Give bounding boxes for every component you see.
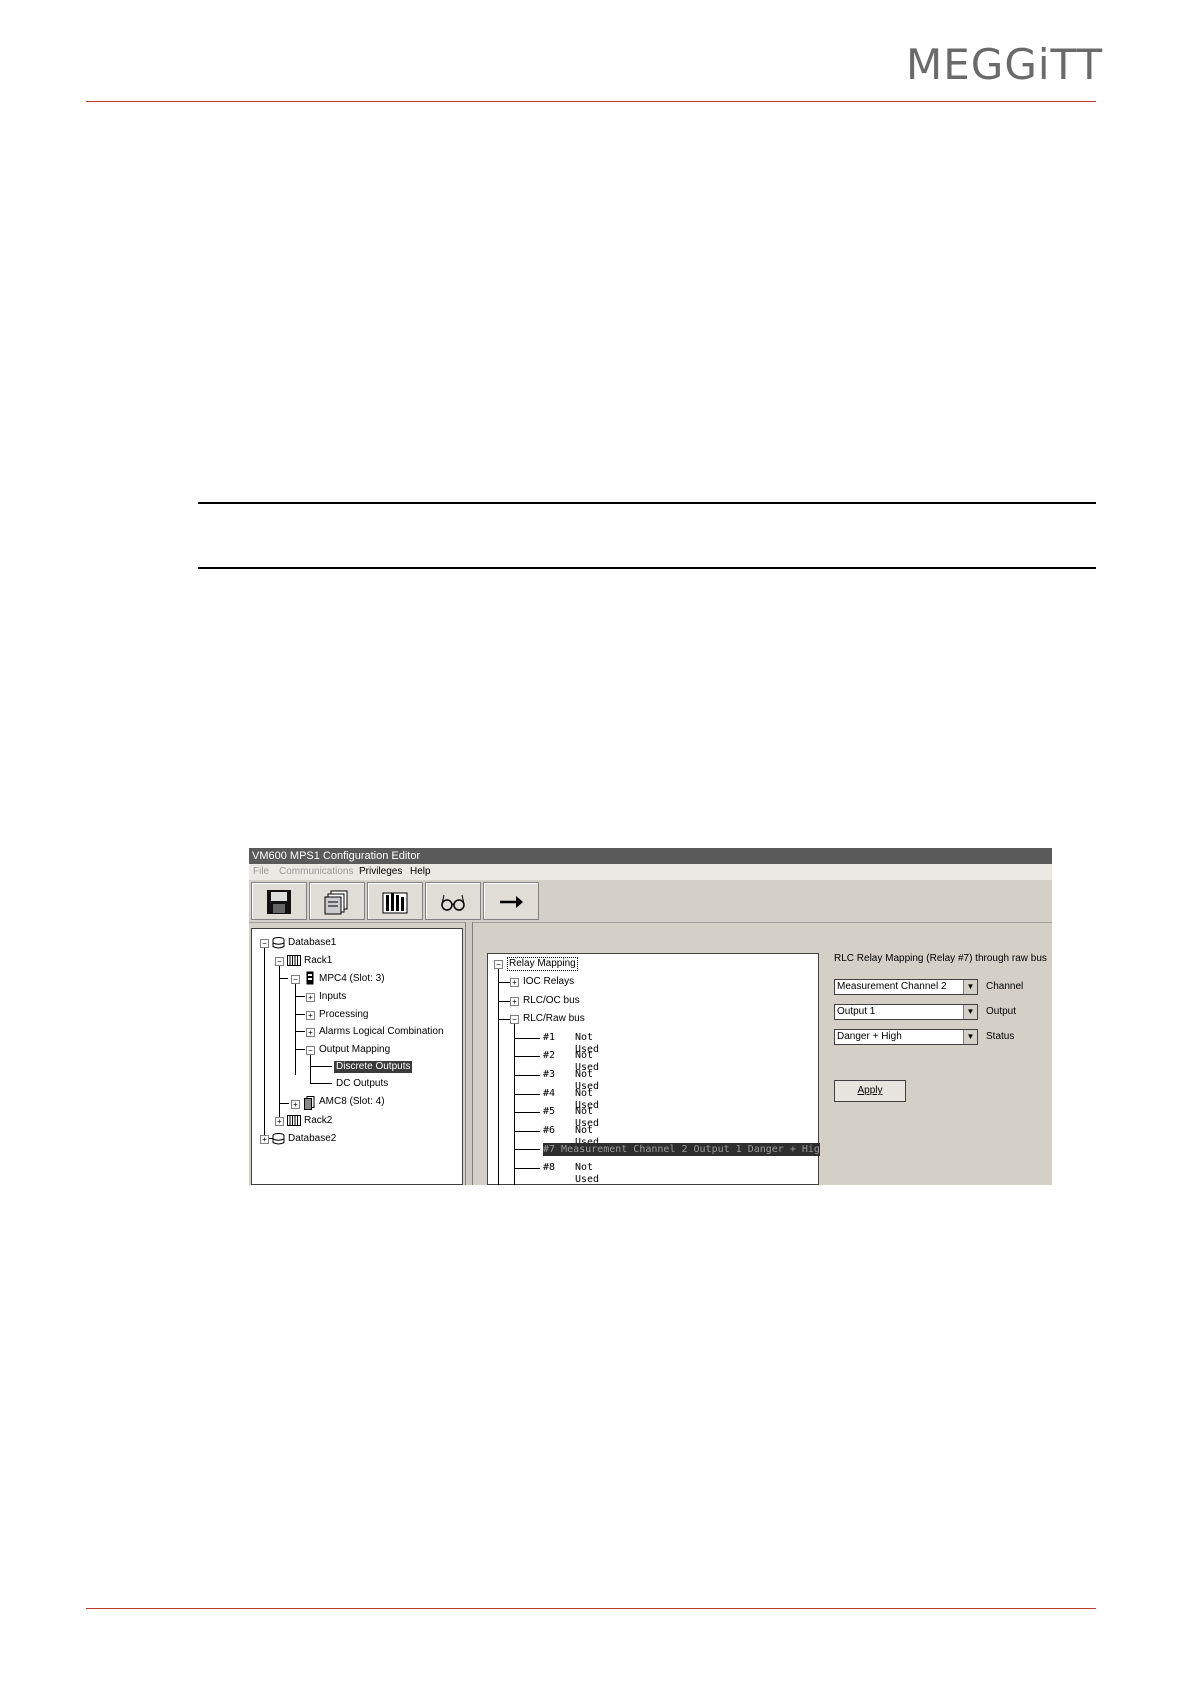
amc8-expand-toggle[interactable]: + <box>291 1100 300 1109</box>
channel-label: Channel <box>986 981 1024 992</box>
tree-rlc-oc-bus[interactable]: RLC/OC bus <box>523 995 580 1007</box>
chevron-down-icon[interactable]: ▼ <box>963 1030 977 1044</box>
menu-file[interactable]: File <box>253 864 269 880</box>
channel-value: Measurement Channel 2 <box>837 981 947 992</box>
rack-icon <box>382 892 408 914</box>
menu-communications[interactable]: Communications <box>279 864 353 880</box>
rack-button[interactable] <box>367 882 423 920</box>
database-icon <box>272 937 285 949</box>
header-rule <box>86 101 1096 102</box>
chevron-down-icon[interactable]: ▼ <box>963 980 977 994</box>
meggitt-logo: MEGGiTT <box>906 40 1104 89</box>
channel-select[interactable]: Measurement Channel 2 ▼ <box>834 979 978 995</box>
tree-output-mapping[interactable]: Output Mapping <box>319 1044 390 1056</box>
mpc4-collapse-toggle[interactable]: − <box>291 975 300 984</box>
tree-rack2[interactable]: Rack2 <box>304 1115 332 1127</box>
status-label: Status <box>986 1031 1015 1042</box>
menu-help[interactable]: Help <box>410 864 431 880</box>
output-select[interactable]: Output 1 ▼ <box>834 1004 978 1020</box>
alarms-expand-toggle[interactable]: + <box>306 1028 315 1037</box>
relay-mapping-tree: − Relay Mapping + IOC Relays + RLC/OC bu… <box>487 953 820 1185</box>
rack-icon <box>287 1115 301 1126</box>
tree-rack1[interactable]: Rack1 <box>304 955 332 967</box>
card-icon <box>306 971 314 985</box>
save-button[interactable] <box>251 882 307 920</box>
output-label: Output <box>986 1006 1017 1017</box>
window-title: VM600 MPS1 Configuration Editor <box>249 848 1052 864</box>
tree-alarms-logical-combination[interactable]: Alarms Logical Combination <box>319 1026 444 1038</box>
processing-expand-toggle[interactable]: + <box>306 1011 315 1020</box>
apply-button[interactable]: Apply <box>834 1080 906 1102</box>
relay-row-selected[interactable]: #7 Measurement Channel 2 Output 1 Danger… <box>543 1143 820 1156</box>
database1-collapse-toggle[interactable]: − <box>260 939 269 948</box>
tree-mpc4[interactable]: MPC4 (Slot: 3) <box>319 973 385 985</box>
rack1-collapse-toggle[interactable]: − <box>275 957 284 966</box>
output-value: Output 1 <box>837 1006 876 1017</box>
config-editor-screenshot: VM600 MPS1 Configuration Editor File Com… <box>249 848 1052 1185</box>
tree-database1[interactable]: Database1 <box>288 937 336 949</box>
tree-ioc-relays[interactable]: IOC Relays <box>523 976 574 988</box>
toolbar <box>249 880 1052 923</box>
inputs-expand-toggle[interactable]: + <box>306 993 315 1002</box>
next-button[interactable] <box>483 882 539 920</box>
panel-title: RLC Relay Mapping (Relay #7) through raw… <box>834 953 1047 964</box>
status-value: Danger + High <box>837 1031 902 1042</box>
relay-mapping-collapse-toggle[interactable]: − <box>494 960 503 969</box>
configuration-tree: − Database1 − Rack1 − MPC4 (Slot: 3) + I… <box>251 928 463 1185</box>
tree-rlc-raw-bus[interactable]: RLC/Raw bus <box>523 1013 585 1025</box>
rack-icon <box>287 955 301 966</box>
arrow-right-icon <box>500 896 523 908</box>
card-stack-icon <box>304 1096 315 1110</box>
view-button[interactable] <box>425 882 481 920</box>
note-top-rule <box>198 502 1096 504</box>
output-mapping-collapse-toggle[interactable]: − <box>306 1046 315 1055</box>
save-icon <box>267 890 291 914</box>
database2-expand-toggle[interactable]: + <box>260 1135 269 1144</box>
tree-processing[interactable]: Processing <box>319 1009 368 1021</box>
tree-database2[interactable]: Database2 <box>288 1133 336 1145</box>
module-button[interactable] <box>309 882 365 920</box>
note-bottom-rule <box>198 567 1096 569</box>
tree-inputs[interactable]: Inputs <box>319 991 346 1003</box>
menu-privileges[interactable]: Privileges <box>359 864 402 880</box>
glasses-icon <box>441 894 465 911</box>
module-icon <box>324 890 348 915</box>
rack2-expand-toggle[interactable]: + <box>275 1117 284 1126</box>
pane-splitter[interactable] <box>465 922 473 1185</box>
tree-discrete-outputs[interactable]: Discrete Outputs <box>334 1061 413 1073</box>
tree-amc8[interactable]: AMC8 (Slot: 4) <box>319 1096 385 1108</box>
menu-bar: File Communications Privileges Help <box>249 864 1052 880</box>
ioc-relays-expand-toggle[interactable]: + <box>510 978 519 987</box>
database-icon <box>272 1133 285 1145</box>
tree-dc-outputs[interactable]: DC Outputs <box>336 1078 388 1090</box>
footer-rule <box>86 1608 1096 1609</box>
rlc-raw-bus-collapse-toggle[interactable]: − <box>510 1015 519 1024</box>
status-select[interactable]: Danger + High ▼ <box>834 1029 978 1045</box>
chevron-down-icon[interactable]: ▼ <box>963 1005 977 1019</box>
rlc-oc-bus-expand-toggle[interactable]: + <box>510 997 519 1006</box>
tree-relay-mapping[interactable]: Relay Mapping <box>507 957 578 971</box>
